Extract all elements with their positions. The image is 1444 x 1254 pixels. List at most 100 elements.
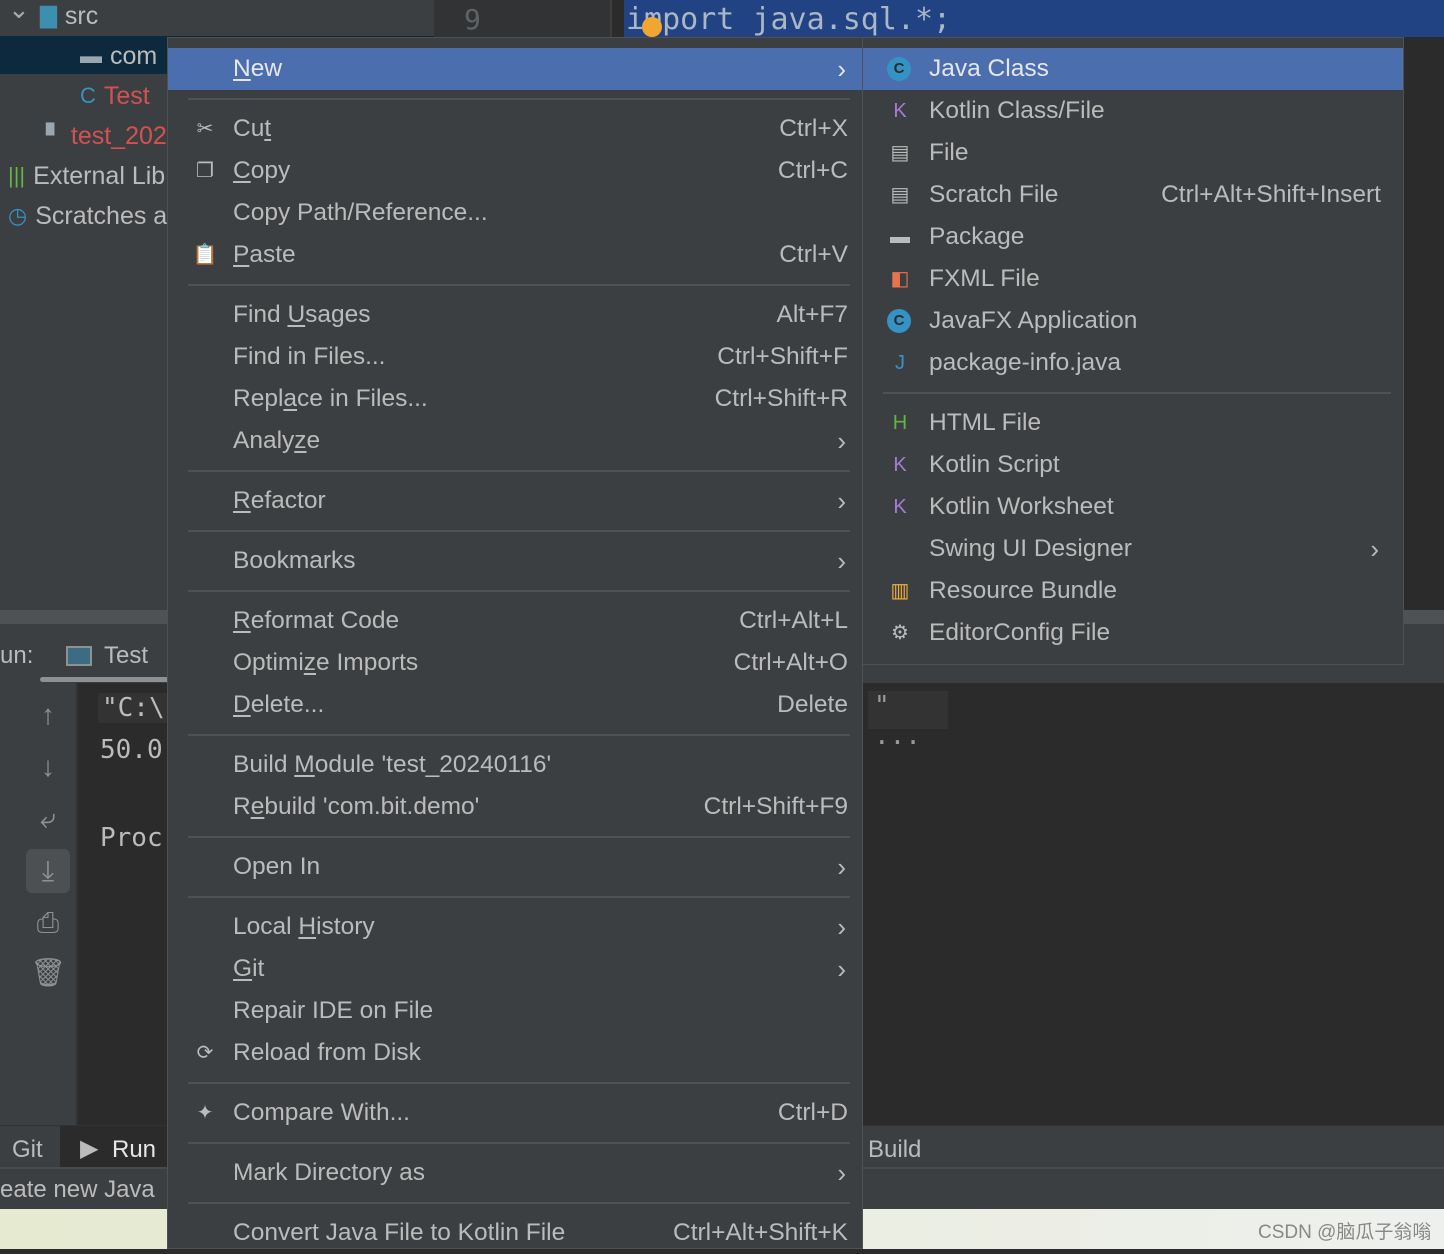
label-text: EditorConfig File [929,619,1111,646]
print-icon[interactable]: ⎙ [30,905,66,941]
tab-git[interactable]: Git [12,1136,43,1164]
menu-item-kotlin-script[interactable]: K Kotlin Script [863,444,1403,486]
console-tab-icon [66,646,92,666]
menu-item-package-info-java[interactable]: Jpackage-info.java [863,342,1403,384]
menu-item-swing-ui-designer[interactable]: Swing UI Designer › [863,528,1403,570]
menu-item-refactor[interactable]: Refactor › [168,480,862,522]
menu-item-convert-java-file-to-kotlin-file[interactable]: Convert Java File to Kotlin File Ctrl+Alt… [168,1212,862,1254]
menu-item-find-usages[interactable]: Find Usages Alt+F7 [168,294,862,336]
menu-item-editorconfig-file[interactable]: ⚙ EditorConfig File [863,612,1403,654]
menu-item-reformat-code[interactable]: Reformat Code Ctrl+Alt+L [168,600,862,642]
label-text: Compare With... [233,1099,410,1126]
label-text: Package [929,223,1025,250]
label-text: Local [233,913,299,940]
menu-item-scratch-file[interactable]: ▤ Scratch File Ctrl+Alt+Shift+Insert [863,174,1403,216]
breakpoint-bulb-icon[interactable] [642,17,662,37]
tab-build[interactable]: Build [868,1136,921,1164]
chevron-right-icon: › [837,1158,846,1188]
menu-item-local-history[interactable]: Local History › [168,906,862,948]
menu-item-package[interactable]: ▬ Package [863,216,1403,258]
tree-item-scratches-a[interactable]: ◷ Scratches a [8,196,167,236]
shortcut: Ctrl+Shift+R [714,385,848,412]
mnemonic: H [298,913,317,940]
console-line: Proc [100,823,163,853]
menu-item-label: Package [929,223,1024,250]
tree-item-label: com [110,42,158,70]
new-submenu: C Java Class K Kotlin Class/File ▤ File ▤ Scrat… [862,37,1404,665]
menu-item-replace-in-files[interactable]: Replace in Files... Ctrl+Shift+R [168,378,862,420]
menu-separator [168,522,862,540]
menu-separator [168,1074,862,1092]
menu-item-reload-from-disk[interactable]: ⟳ Reload from Disk [168,1032,862,1074]
menu-item-java-class[interactable]: C Java Class [863,48,1403,90]
label-text: Repl [233,385,284,412]
menu-item-analyze[interactable]: Analyze › [168,420,862,462]
menu-item-optimize-imports[interactable]: Optimize Imports Ctrl+Alt+O [168,642,862,684]
tab-test[interactable]: Test [104,642,148,670]
menu-separator [168,1194,862,1212]
trash-icon[interactable]: 🗑 [30,955,66,991]
menu-item-bookmarks[interactable]: Bookmarks › [168,540,862,582]
menu-item-git[interactable]: Git › [168,948,862,990]
chevron-right-icon: › [837,546,846,576]
folder-icon: ▇ [40,3,57,28]
menu-item-label: Mark Directory as [233,1159,425,1186]
menu-item-kotlin-worksheet[interactable]: K Kotlin Worksheet [863,486,1403,528]
label-text: build 'com.bit.demo' [264,793,480,820]
label-text: Reload from Disk [233,1039,421,1066]
tree-item-external-lib[interactable]: ||| External Lib [8,156,165,196]
menu-separator [168,828,862,846]
chevron-right-icon: › [837,54,846,84]
menu-item-fxml-file[interactable]: ◧ FXML File [863,258,1403,300]
module-file-icon: ▘ [46,123,63,148]
tree-item-com[interactable]: ▬ com [80,36,157,76]
menu-item-find-in-files[interactable]: Find in Files... Ctrl+Shift+F [168,336,862,378]
menu-item-delete[interactable]: Delete... Delete [168,684,862,726]
label-text: Build [233,751,295,778]
scroll-to-end-icon[interactable]: ⤓ [26,849,70,893]
mnemonic: N [233,55,251,82]
label-text: Resource Bundle [929,577,1117,604]
menu-item-mark-directory-as[interactable]: Mark Directory as › [168,1152,862,1194]
arrow-up-icon[interactable]: ↑ [30,697,66,733]
menu-item-html-file[interactable]: H HTML File [863,402,1403,444]
shortcut: Ctrl+V [779,241,848,268]
console-line: "C:\ [98,693,169,723]
menu-item-label: EditorConfig File [929,619,1110,646]
line-number: 9 [434,0,610,37]
menu-item-rebuild-com-bit-demo[interactable]: Rebuild 'com.bit.demo' Ctrl+Shift+F9 [168,786,862,828]
code-line[interactable]: import java.sql.*; [624,0,1444,37]
menu-item-compare-with[interactable]: ✦ Compare With... Ctrl+D [168,1092,862,1134]
soft-wrap-icon[interactable]: ⤶ [30,801,66,837]
menu-item-resource-bundle[interactable]: ▥ Resource Bundle [863,570,1403,612]
tree-item-test[interactable]: C Test [80,76,150,116]
menu-item-copy[interactable]: ❐ Copy Ctrl+C [168,150,862,192]
arrow-down-icon[interactable]: ↓ [30,749,66,785]
menu-item-label: Copy [233,157,290,184]
menu-item-cut[interactable]: ✂ Cut Ctrl+X [168,108,862,150]
menu-item-kotlin-class-file[interactable]: K Kotlin Class/File [863,90,1403,132]
label-text: FXML File [929,265,1040,292]
label-text: Convert Java File to Kotlin File [233,1219,566,1246]
label-text: e Imports [316,649,419,676]
menu-separator [168,90,862,108]
chevron-down-icon[interactable]: ⌄ [8,0,30,25]
menu-item-file[interactable]: ▤ File [863,132,1403,174]
scratches-icon: ◷ [8,203,28,228]
tab-run[interactable]: Run [112,1136,156,1164]
label-text: Cu [233,115,265,142]
menu-item-javafx-application[interactable]: C JavaFX Application [863,300,1403,342]
tree-item-test-202[interactable]: ▘ test_202 [46,116,167,156]
label-text: Kotlin Worksheet [929,493,1114,520]
label-text: R [233,793,251,820]
status-text: eate new Java [0,1176,155,1203]
menu-item-new[interactable]: New › [168,48,862,90]
menu-item-label: FXML File [929,265,1040,292]
menu-item-copy-path-reference[interactable]: Copy Path/Reference... [168,192,862,234]
menu-item-build-module-test-20240116[interactable]: Build Module 'test_20240116' [168,744,862,786]
menu-item-repair-ide-on-file[interactable]: Repair IDE on File [168,990,862,1032]
menu-item-open-in[interactable]: Open In › [168,846,862,888]
menu-item-label: package-info.java [929,349,1121,376]
tree-item-src[interactable]: ▇ src [40,0,98,36]
menu-item-paste[interactable]: 📋 Paste Ctrl+V [168,234,862,276]
